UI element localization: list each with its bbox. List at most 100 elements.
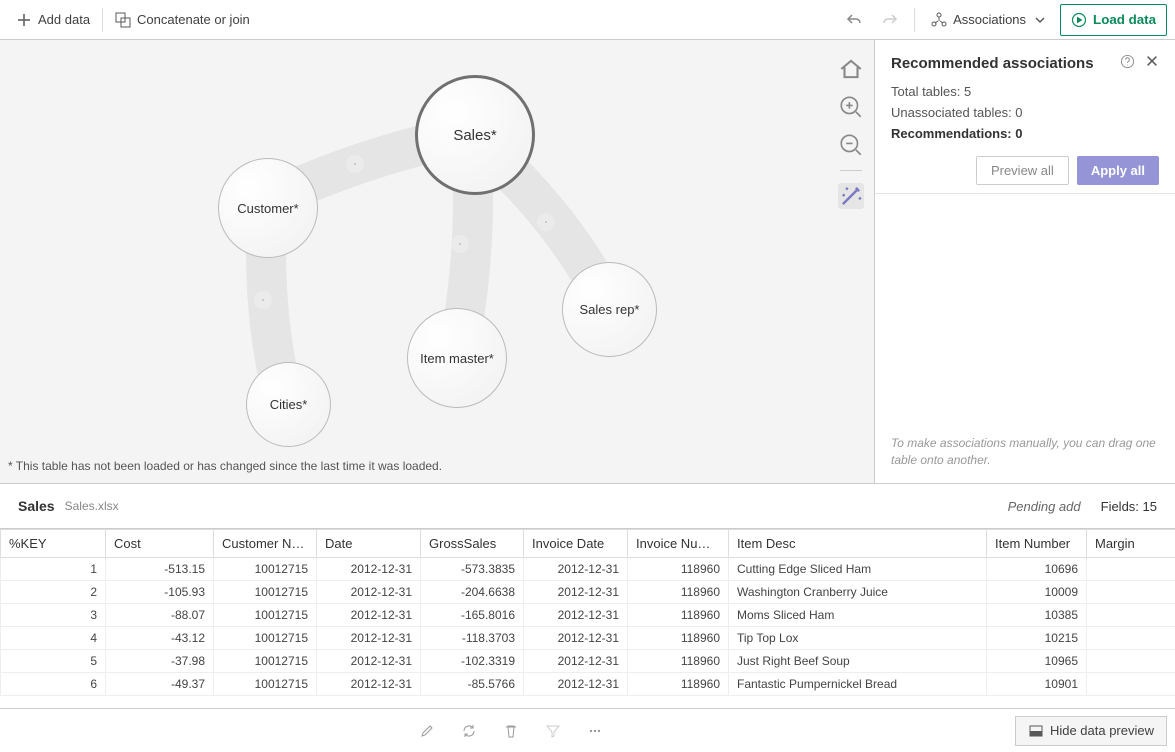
chevron-down-icon	[1032, 12, 1048, 28]
preview-fields: Fields: 15	[1101, 499, 1157, 514]
load-data-button[interactable]: Load data	[1060, 4, 1167, 36]
table-bubble-cities[interactable]: Cities*	[246, 362, 331, 447]
filter-icon[interactable]	[544, 722, 562, 740]
table-cell: Moms Sliced Ham	[729, 604, 987, 627]
table-cell	[1087, 673, 1175, 696]
top-toolbar: Add data Concatenate or join Association…	[0, 0, 1175, 40]
canvas-tools	[838, 56, 864, 209]
panel-hint: To make associations manually, you can d…	[875, 421, 1175, 483]
table-cell: Just Right Beef Soup	[729, 650, 987, 673]
table-cell: 118960	[628, 581, 729, 604]
table-cell: -204.6638	[421, 581, 524, 604]
column-header[interactable]: %KEY	[1, 530, 106, 558]
association-canvas[interactable]: Sales* Customer* Cities* Item master* Sa…	[0, 40, 875, 483]
concat-label: Concatenate or join	[137, 12, 250, 27]
table-cell: 2012-12-31	[317, 604, 421, 627]
table-row[interactable]: 2-105.93100127152012-12-31-204.66382012-…	[1, 581, 1175, 604]
table-cell: 10012715	[214, 558, 317, 581]
association-joint[interactable]	[346, 155, 364, 173]
home-icon[interactable]	[838, 56, 864, 82]
hide-preview-button[interactable]: Hide data preview	[1015, 716, 1167, 746]
zoom-out-icon[interactable]	[838, 132, 864, 158]
table-row[interactable]: 1-513.15100127152012-12-31-573.38352012-…	[1, 558, 1175, 581]
table-cell: 1	[1, 558, 106, 581]
undo-button[interactable]	[838, 5, 870, 35]
hide-preview-label: Hide data preview	[1050, 723, 1154, 738]
bubble-label: Customer*	[237, 201, 298, 216]
table-cell: 10385	[987, 604, 1087, 627]
table-cell	[1087, 650, 1175, 673]
panel-title: Recommended associations	[891, 55, 1094, 72]
redo-icon	[882, 12, 898, 28]
undo-icon	[846, 12, 862, 28]
load-data-label: Load data	[1093, 12, 1156, 27]
column-header[interactable]: Date	[317, 530, 421, 558]
close-icon[interactable]	[1145, 54, 1159, 72]
table-cell: Tip Top Lox	[729, 627, 987, 650]
plus-icon	[16, 12, 32, 28]
table-cell: 6	[1, 673, 106, 696]
table-row[interactable]: 3-88.07100127152012-12-31-165.80162012-1…	[1, 604, 1175, 627]
table-cell: -573.3835	[421, 558, 524, 581]
table-cell: 10012715	[214, 673, 317, 696]
table-bubble-sales-rep[interactable]: Sales rep*	[562, 262, 657, 357]
table-row[interactable]: 5-37.98100127152012-12-31-102.33192012-1…	[1, 650, 1175, 673]
preview-status: Pending add	[1008, 499, 1081, 514]
table-cell: -165.8016	[421, 604, 524, 627]
edit-icon[interactable]	[418, 722, 436, 740]
table-cell: 10012715	[214, 581, 317, 604]
table-cell: 2012-12-31	[524, 673, 628, 696]
magic-wand-icon[interactable]	[838, 183, 864, 209]
associations-button[interactable]: Associations	[923, 5, 1056, 35]
apply-all-button[interactable]: Apply all	[1077, 156, 1159, 185]
add-data-button[interactable]: Add data	[8, 5, 98, 35]
add-data-label: Add data	[38, 12, 90, 27]
table-cell: 2012-12-31	[524, 558, 628, 581]
table-row[interactable]: 6-49.37100127152012-12-31-85.57662012-12…	[1, 673, 1175, 696]
table-cell: 118960	[628, 673, 729, 696]
table-bubble-customer[interactable]: Customer*	[218, 158, 318, 258]
separator	[102, 8, 103, 32]
help-icon[interactable]	[1120, 54, 1135, 72]
bubble-label: Item master*	[420, 351, 494, 366]
panel-icon	[1028, 723, 1044, 739]
canvas-footnote: * This table has not been loaded or has …	[8, 459, 442, 473]
column-header[interactable]: Cost	[106, 530, 214, 558]
preview-all-button[interactable]: Preview all	[976, 156, 1069, 185]
column-header[interactable]: Margin	[1087, 530, 1175, 558]
data-preview-table[interactable]: %KEYCostCustomer N…DateGrossSalesInvoice…	[0, 528, 1175, 708]
table-cell: 118960	[628, 604, 729, 627]
table-cell: 10012715	[214, 604, 317, 627]
table-bubble-item-master[interactable]: Item master*	[407, 308, 507, 408]
association-joint[interactable]	[254, 291, 272, 309]
more-icon[interactable]	[586, 722, 604, 740]
column-header[interactable]: Invoice Num…	[628, 530, 729, 558]
table-cell: Washington Cranberry Juice	[729, 581, 987, 604]
table-cell: -88.07	[106, 604, 214, 627]
zoom-in-icon[interactable]	[838, 94, 864, 120]
column-header[interactable]: Invoice Date	[524, 530, 628, 558]
column-header[interactable]: Item Desc	[729, 530, 987, 558]
concat-button[interactable]: Concatenate or join	[107, 5, 258, 35]
table-cell: -43.12	[106, 627, 214, 650]
table-cell: 10215	[987, 627, 1087, 650]
separator	[840, 170, 862, 171]
table-cell: 2012-12-31	[317, 650, 421, 673]
association-joint[interactable]	[537, 213, 555, 231]
association-joint[interactable]	[451, 235, 469, 253]
table-cell: 2012-12-31	[524, 581, 628, 604]
refresh-icon[interactable]	[460, 722, 478, 740]
associations-label: Associations	[953, 12, 1026, 27]
column-header[interactable]: Item Number	[987, 530, 1087, 558]
column-header[interactable]: Customer N…	[214, 530, 317, 558]
table-cell: 10012715	[214, 627, 317, 650]
redo-button[interactable]	[874, 5, 906, 35]
table-cell: Cutting Edge Sliced Ham	[729, 558, 987, 581]
bubble-label: Sales rep*	[580, 302, 640, 317]
table-bubble-sales[interactable]: Sales*	[415, 75, 535, 195]
table-cell: -49.37	[106, 673, 214, 696]
table-cell: -513.15	[106, 558, 214, 581]
table-row[interactable]: 4-43.12100127152012-12-31-118.37032012-1…	[1, 627, 1175, 650]
column-header[interactable]: GrossSales	[421, 530, 524, 558]
delete-icon[interactable]	[502, 722, 520, 740]
